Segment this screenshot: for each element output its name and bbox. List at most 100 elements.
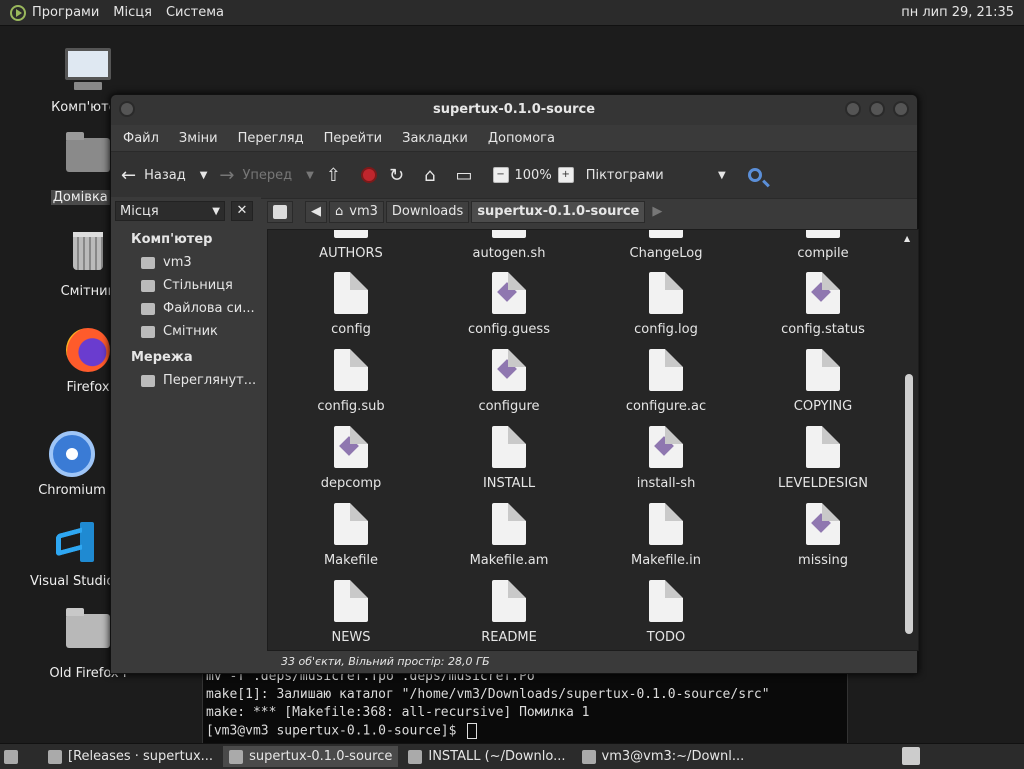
file-item[interactable]: depcomp (276, 426, 426, 491)
home-button[interactable]: ⌂ (424, 165, 443, 186)
file-item[interactable]: autogen.sh (434, 230, 584, 261)
terminal-cursor (467, 723, 478, 739)
file-manager-window: supertux-0.1.0-source Файл Зміни Перегля… (110, 94, 919, 674)
file-item[interactable]: config.status (748, 272, 898, 337)
reload-button[interactable]: ↻ (389, 165, 412, 186)
sidebar-item-trash[interactable]: Смітник (111, 320, 261, 343)
close-button[interactable] (893, 101, 909, 117)
back-history-chevron-down-icon[interactable]: ▼ (200, 170, 208, 181)
zoom-out-icon[interactable]: − (492, 167, 509, 183)
file-item[interactable]: config (276, 272, 426, 337)
file-item[interactable]: LEVELDESIGN (748, 426, 898, 491)
sidebar-header: Місця ▼ ✕ (111, 197, 261, 225)
sidebar-item-desktop[interactable]: Стільниця (111, 274, 261, 297)
menu-places[interactable]: Місця (113, 5, 152, 20)
file-icon-view[interactable]: AUTHORS autogen.sh ChangeLog compile config c… (267, 229, 919, 651)
file-name: config.status (781, 322, 865, 337)
distro-logo-icon[interactable] (10, 4, 26, 21)
file-item[interactable]: ChangeLog (591, 230, 741, 261)
text-file-icon (334, 580, 368, 622)
file-item[interactable]: Makefile.am (434, 503, 584, 568)
text-file-icon (334, 230, 368, 238)
file-item[interactable]: configure (434, 349, 584, 414)
breadcrumb-current[interactable]: supertux-0.1.0-source (471, 201, 646, 223)
taskbar-item[interactable]: [Releases · supertux... (42, 746, 219, 767)
menu-file[interactable]: Файл (123, 131, 159, 146)
desktop-icon-chromium[interactable]: Chromium (26, 430, 118, 502)
file-item[interactable]: compile (748, 230, 898, 261)
text-file-icon (649, 349, 683, 391)
taskbar-item[interactable]: vm3@vm3:~/Downl... (576, 746, 751, 767)
menu-applications[interactable]: Програми (32, 5, 99, 20)
forward-history-chevron-down-icon[interactable]: ▼ (306, 170, 314, 181)
desktop-icon-vscode[interactable]: Visual Studio Co (28, 518, 124, 593)
file-name: config.sub (317, 399, 385, 414)
scroll-up-icon[interactable]: ▲ (904, 234, 910, 243)
taskbar-item[interactable]: supertux-0.1.0-source (223, 746, 399, 767)
reload-icon: ↻ (388, 164, 405, 186)
up-button[interactable]: ⇧ (326, 165, 349, 186)
text-file-icon (334, 349, 368, 391)
search-button[interactable] (747, 168, 762, 182)
scrollbar-thumb[interactable] (905, 374, 913, 634)
breadcrumb-vm3[interactable]: ⌂ vm3 (329, 201, 384, 223)
file-name: Makefile (323, 553, 379, 568)
computer-button[interactable]: ▭ (456, 165, 481, 186)
workspace-switcher-icon[interactable] (902, 747, 920, 765)
sidebar-item-label: Смітник (163, 324, 218, 339)
window-titlebar[interactable]: supertux-0.1.0-source (111, 95, 917, 125)
menu-go[interactable]: Перейти (324, 131, 383, 146)
app-icon (581, 749, 596, 764)
file-item[interactable]: COPYING (748, 349, 898, 414)
file-item[interactable]: config.guess (434, 272, 584, 337)
file-item[interactable]: config.sub (276, 349, 426, 414)
script-file-icon (492, 230, 526, 238)
minimize-button[interactable] (845, 101, 861, 117)
close-icon: ✕ (236, 203, 248, 218)
stop-button[interactable] (360, 167, 377, 183)
menu-view[interactable]: Перегляд (238, 131, 304, 146)
folder-icon (64, 608, 112, 662)
window-menu-button[interactable] (119, 101, 135, 117)
file-item[interactable]: configure.ac (591, 349, 741, 414)
file-item[interactable]: config.log (591, 272, 741, 337)
taskbar-item-label: INSTALL (~/Downlo... (428, 749, 566, 764)
file-item[interactable]: README (434, 580, 584, 645)
forward-button[interactable]: → Уперед ▼ (219, 165, 313, 186)
breadcrumb-downloads[interactable]: Downloads (385, 201, 470, 223)
show-desktop-icon (4, 749, 18, 764)
clock[interactable]: пн лип 29, 21:35 (901, 5, 1014, 20)
file-item[interactable]: TODO (591, 580, 741, 645)
menu-bookmarks[interactable]: Закладки (402, 131, 468, 146)
file-item[interactable]: INSTALL (434, 426, 584, 491)
menu-edit[interactable]: Зміни (179, 131, 218, 146)
sidebar-close-button[interactable]: ✕ (231, 201, 253, 221)
home-folder-icon: ⌂ (424, 164, 436, 186)
menu-system[interactable]: Система (166, 5, 224, 20)
sidebar-mode-select[interactable]: Місця ▼ (115, 201, 225, 221)
sidebar-item-vm3[interactable]: vm3 (111, 251, 261, 274)
terminal-prompt-line[interactable]: [vm3@vm3 supertux-0.1.0-source]$ (206, 723, 478, 739)
path-scroll-left-button[interactable]: ◀ (305, 201, 327, 223)
file-item[interactable]: Makefile (276, 503, 426, 568)
text-file-icon (806, 426, 840, 468)
file-item[interactable]: Makefile.in (591, 503, 741, 568)
toggle-location-entry-button[interactable] (267, 201, 293, 223)
file-item[interactable]: AUTHORS (276, 230, 426, 261)
maximize-button[interactable] (869, 101, 885, 117)
vertical-scrollbar[interactable]: ▲ (904, 234, 914, 644)
taskbar-item[interactable]: INSTALL (~/Downlo... (402, 746, 571, 767)
firefox-icon (64, 328, 112, 376)
back-button[interactable]: ← Назад ▼ (121, 165, 207, 186)
file-item[interactable]: install-sh (591, 426, 741, 491)
view-mode-select[interactable]: Піктограми ▼ (586, 168, 726, 183)
zoom-in-icon[interactable]: + (557, 167, 574, 183)
file-item[interactable]: NEWS (276, 580, 426, 645)
file-name: AUTHORS (319, 246, 383, 261)
show-desktop-button[interactable] (0, 746, 22, 767)
sidebar-item-filesystem[interactable]: Файлова си... (111, 297, 261, 320)
sidebar-item-browse-network[interactable]: Переглянут... (111, 369, 261, 392)
path-scroll-right-button[interactable]: ▶ (647, 201, 667, 223)
file-item[interactable]: missing (748, 503, 898, 568)
menu-help[interactable]: Допомога (488, 131, 555, 146)
